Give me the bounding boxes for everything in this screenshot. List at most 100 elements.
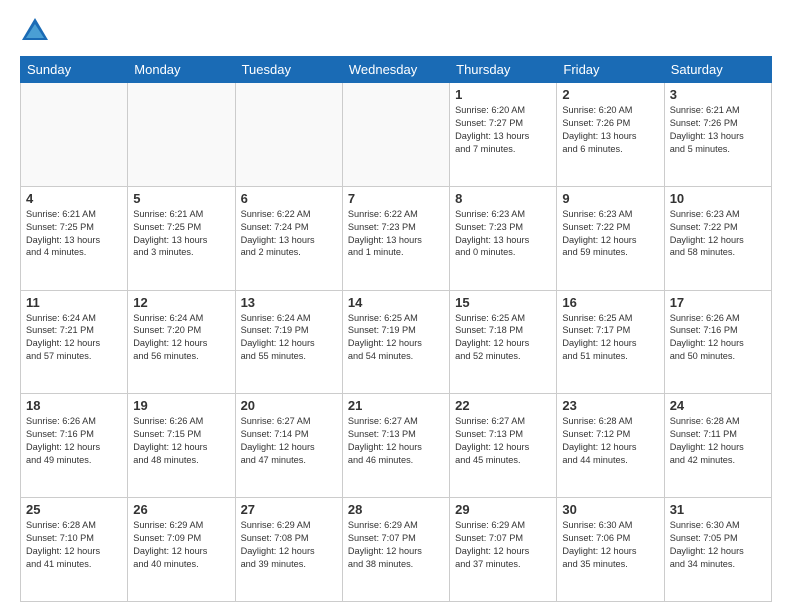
- day-info: Sunrise: 6:25 AM Sunset: 7:19 PM Dayligh…: [348, 312, 444, 364]
- day-info: Sunrise: 6:21 AM Sunset: 7:25 PM Dayligh…: [26, 208, 122, 260]
- calendar-cell: 11 Sunrise: 6:24 AM Sunset: 7:21 PM Dayli…: [21, 290, 128, 394]
- week-row-2: 4 Sunrise: 6:21 AM Sunset: 7:25 PM Daylig…: [21, 186, 772, 290]
- calendar-cell: 3Sunrise: 6:21 AM Sunset: 7:26 PM Daylig…: [664, 83, 771, 187]
- day-number: 11: [26, 295, 122, 310]
- calendar-cell: 2Sunrise: 6:20 AM Sunset: 7:26 PM Daylig…: [557, 83, 664, 187]
- calendar-cell: 4 Sunrise: 6:21 AM Sunset: 7:25 PM Daylig…: [21, 186, 128, 290]
- calendar-cell: 19Sunrise: 6:26 AM Sunset: 7:15 PM Dayli…: [128, 394, 235, 498]
- day-number: 10: [670, 191, 766, 206]
- day-number: 29: [455, 502, 551, 517]
- calendar-cell: 23Sunrise: 6:28 AM Sunset: 7:12 PM Dayli…: [557, 394, 664, 498]
- day-number: 28: [348, 502, 444, 517]
- calendar-cell: 1 Sunrise: 6:20 AM Sunset: 7:27 PM Daylig…: [450, 83, 557, 187]
- day-number: 18: [26, 398, 122, 413]
- day-number: 6: [241, 191, 337, 206]
- day-info: Sunrise: 6:30 AM Sunset: 7:05 PM Dayligh…: [670, 519, 766, 571]
- day-number: 15: [455, 295, 551, 310]
- day-number: 24: [670, 398, 766, 413]
- day-info: Sunrise: 6:24 AM Sunset: 7:21 PM Dayligh…: [26, 312, 122, 364]
- day-number: 7: [348, 191, 444, 206]
- day-number: 13: [241, 295, 337, 310]
- day-info: Sunrise: 6:25 AM Sunset: 7:17 PM Dayligh…: [562, 312, 658, 364]
- day-info: Sunrise: 6:24 AM Sunset: 7:20 PM Dayligh…: [133, 312, 229, 364]
- calendar-cell: 31 Sunrise: 6:30 AM Sunset: 7:05 PM Dayli…: [664, 498, 771, 602]
- calendar-cell: 18 Sunrise: 6:26 AM Sunset: 7:16 PM Dayli…: [21, 394, 128, 498]
- day-info: Sunrise: 6:27 AM Sunset: 7:14 PM Dayligh…: [241, 415, 337, 467]
- weekday-header-monday: Monday: [128, 57, 235, 83]
- week-row-1: 1 Sunrise: 6:20 AM Sunset: 7:27 PM Daylig…: [21, 83, 772, 187]
- day-number: 31: [670, 502, 766, 517]
- calendar-cell: 6 Sunrise: 6:22 AM Sunset: 7:24 PM Daylig…: [235, 186, 342, 290]
- day-info: Sunrise: 6:23 AM Sunset: 7:23 PM Dayligh…: [455, 208, 551, 260]
- day-number: 25: [26, 502, 122, 517]
- week-row-5: 25 Sunrise: 6:28 AM Sunset: 7:10 PM Dayli…: [21, 498, 772, 602]
- day-number: 14: [348, 295, 444, 310]
- day-number: 1: [455, 87, 551, 102]
- day-info: Sunrise: 6:21 AM Sunset: 7:25 PM Dayligh…: [133, 208, 229, 260]
- day-info: Sunrise: 6:27 AM Sunset: 7:13 PM Dayligh…: [455, 415, 551, 467]
- day-number: 2: [562, 87, 658, 102]
- day-info: Sunrise: 6:20 AM Sunset: 7:27 PM Dayligh…: [455, 104, 551, 156]
- day-info: Sunrise: 6:29 AM Sunset: 7:07 PM Dayligh…: [348, 519, 444, 571]
- day-number: 16: [562, 295, 658, 310]
- calendar-cell: [21, 83, 128, 187]
- day-info: Sunrise: 6:25 AM Sunset: 7:18 PM Dayligh…: [455, 312, 551, 364]
- calendar-cell: 29 Sunrise: 6:29 AM Sunset: 7:07 PM Dayli…: [450, 498, 557, 602]
- weekday-header-thursday: Thursday: [450, 57, 557, 83]
- calendar-cell: 17 Sunrise: 6:26 AM Sunset: 7:16 PM Dayli…: [664, 290, 771, 394]
- calendar-cell: 30 Sunrise: 6:30 AM Sunset: 7:06 PM Dayli…: [557, 498, 664, 602]
- week-row-3: 11 Sunrise: 6:24 AM Sunset: 7:21 PM Dayli…: [21, 290, 772, 394]
- calendar-cell: 10 Sunrise: 6:23 AM Sunset: 7:22 PM Dayli…: [664, 186, 771, 290]
- day-number: 3: [670, 87, 766, 102]
- day-info: Sunrise: 6:28 AM Sunset: 7:10 PM Dayligh…: [26, 519, 122, 571]
- calendar-cell: 7 Sunrise: 6:22 AM Sunset: 7:23 PM Daylig…: [342, 186, 449, 290]
- calendar-cell: 24 Sunrise: 6:28 AM Sunset: 7:11 PM Dayli…: [664, 394, 771, 498]
- day-info: Sunrise: 6:24 AM Sunset: 7:19 PM Dayligh…: [241, 312, 337, 364]
- day-number: 17: [670, 295, 766, 310]
- day-number: 20: [241, 398, 337, 413]
- day-info: Sunrise: 6:30 AM Sunset: 7:06 PM Dayligh…: [562, 519, 658, 571]
- weekday-header-tuesday: Tuesday: [235, 57, 342, 83]
- calendar-cell: 13 Sunrise: 6:24 AM Sunset: 7:19 PM Dayli…: [235, 290, 342, 394]
- day-number: 19: [133, 398, 229, 413]
- calendar-cell: 22 Sunrise: 6:27 AM Sunset: 7:13 PM Dayli…: [450, 394, 557, 498]
- day-number: 30: [562, 502, 658, 517]
- calendar-cell: 14 Sunrise: 6:25 AM Sunset: 7:19 PM Dayli…: [342, 290, 449, 394]
- day-number: 21: [348, 398, 444, 413]
- day-number: 9: [562, 191, 658, 206]
- day-info: Sunrise: 6:29 AM Sunset: 7:07 PM Dayligh…: [455, 519, 551, 571]
- logo-icon: [20, 16, 50, 46]
- calendar-cell: 20 Sunrise: 6:27 AM Sunset: 7:14 PM Dayli…: [235, 394, 342, 498]
- calendar-cell: 12Sunrise: 6:24 AM Sunset: 7:20 PM Dayli…: [128, 290, 235, 394]
- day-info: Sunrise: 6:28 AM Sunset: 7:11 PM Dayligh…: [670, 415, 766, 467]
- calendar-cell: 16 Sunrise: 6:25 AM Sunset: 7:17 PM Dayli…: [557, 290, 664, 394]
- weekday-header-wednesday: Wednesday: [342, 57, 449, 83]
- day-info: Sunrise: 6:28 AM Sunset: 7:12 PM Dayligh…: [562, 415, 658, 467]
- day-info: Sunrise: 6:29 AM Sunset: 7:09 PM Dayligh…: [133, 519, 229, 571]
- calendar-cell: 9 Sunrise: 6:23 AM Sunset: 7:22 PM Daylig…: [557, 186, 664, 290]
- calendar-cell: 21 Sunrise: 6:27 AM Sunset: 7:13 PM Dayli…: [342, 394, 449, 498]
- calendar-table: SundayMondayTuesdayWednesdayThursdayFrid…: [20, 56, 772, 602]
- day-info: Sunrise: 6:23 AM Sunset: 7:22 PM Dayligh…: [670, 208, 766, 260]
- day-info: Sunrise: 6:22 AM Sunset: 7:24 PM Dayligh…: [241, 208, 337, 260]
- logo: [20, 16, 54, 46]
- day-info: Sunrise: 6:22 AM Sunset: 7:23 PM Dayligh…: [348, 208, 444, 260]
- calendar-cell: 26Sunrise: 6:29 AM Sunset: 7:09 PM Dayli…: [128, 498, 235, 602]
- weekday-header-sunday: Sunday: [21, 57, 128, 83]
- day-number: 27: [241, 502, 337, 517]
- calendar-cell: 5Sunrise: 6:21 AM Sunset: 7:25 PM Daylig…: [128, 186, 235, 290]
- weekday-header-saturday: Saturday: [664, 57, 771, 83]
- calendar-cell: 28 Sunrise: 6:29 AM Sunset: 7:07 PM Dayli…: [342, 498, 449, 602]
- calendar-cell: 25 Sunrise: 6:28 AM Sunset: 7:10 PM Dayli…: [21, 498, 128, 602]
- day-info: Sunrise: 6:27 AM Sunset: 7:13 PM Dayligh…: [348, 415, 444, 467]
- day-number: 4: [26, 191, 122, 206]
- calendar-cell: 8Sunrise: 6:23 AM Sunset: 7:23 PM Daylig…: [450, 186, 557, 290]
- day-info: Sunrise: 6:23 AM Sunset: 7:22 PM Dayligh…: [562, 208, 658, 260]
- calendar-cell: [342, 83, 449, 187]
- weekday-header-row: SundayMondayTuesdayWednesdayThursdayFrid…: [21, 57, 772, 83]
- day-info: Sunrise: 6:26 AM Sunset: 7:16 PM Dayligh…: [26, 415, 122, 467]
- day-info: Sunrise: 6:26 AM Sunset: 7:16 PM Dayligh…: [670, 312, 766, 364]
- calendar-cell: 27Sunrise: 6:29 AM Sunset: 7:08 PM Dayli…: [235, 498, 342, 602]
- header: [20, 16, 772, 46]
- day-number: 22: [455, 398, 551, 413]
